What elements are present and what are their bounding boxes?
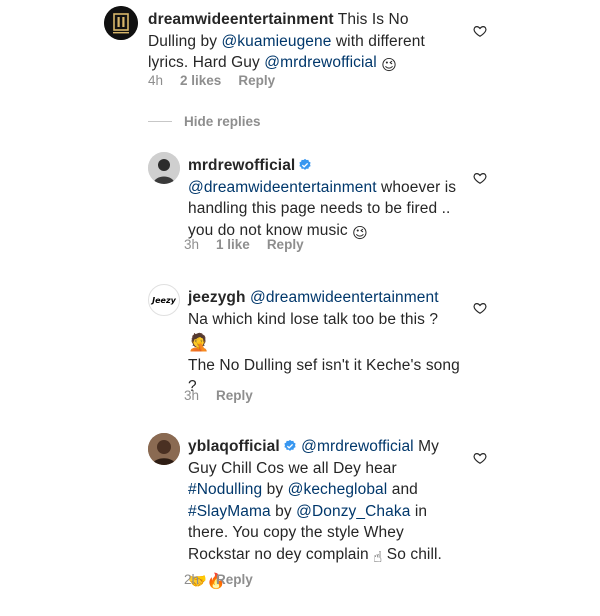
username[interactable]: yblaqofficial (188, 438, 280, 455)
mention-link[interactable]: @Donzy_Chaka (296, 503, 410, 520)
timestamp[interactable]: 3h (184, 237, 199, 252)
comment-text: by (270, 502, 297, 520)
avatar[interactable]: Jeezy (148, 284, 180, 316)
comment-text: by (262, 481, 288, 498)
dreamwide-logo-icon (104, 6, 138, 40)
reply-button[interactable]: Reply (216, 572, 253, 587)
likes-count[interactable]: 1 like (216, 237, 250, 252)
reply-button[interactable]: Reply (267, 237, 304, 252)
mention-link[interactable]: @kuamieugene (221, 33, 331, 50)
verified-badge-icon (299, 158, 311, 170)
comment-text: and (387, 481, 418, 498)
likes-count[interactable]: 2 likes (180, 73, 221, 88)
mention-link[interactable]: @dreamwideentertainment (250, 289, 439, 306)
avatar[interactable] (148, 152, 180, 184)
username[interactable]: jeezygh (188, 289, 246, 306)
pointing-up-emoji-icon: ☝ (373, 547, 383, 566)
timestamp[interactable]: 2h (184, 572, 199, 587)
profile-photo-icon (148, 152, 180, 184)
hashtag-link[interactable]: #Nodulling (188, 481, 262, 498)
heart-icon[interactable] (473, 24, 487, 38)
divider (148, 121, 172, 122)
avatar[interactable] (148, 433, 180, 465)
comment-text: So chill. (382, 545, 442, 563)
comment-text: Na which kind lose talk too be this ? (188, 310, 439, 328)
profile-photo-icon (148, 433, 180, 465)
timestamp[interactable]: 3h (184, 388, 199, 403)
hide-replies-label[interactable]: Hide replies (184, 114, 261, 129)
mention-link[interactable]: @dreamwideentertainment (188, 179, 377, 196)
mention-link[interactable]: @kecheglobal (288, 481, 388, 498)
facepalm-emoji-icon: 🤦 (188, 333, 210, 353)
timestamp[interactable]: 4h (148, 73, 163, 88)
hashtag-link[interactable]: #SlayMama (188, 503, 271, 520)
reply-button[interactable]: Reply (238, 73, 275, 88)
avatar[interactable] (104, 6, 138, 40)
mention-link[interactable]: @mrdrewofficial (264, 54, 377, 71)
heart-icon[interactable] (473, 171, 487, 185)
heart-icon[interactable] (473, 451, 487, 465)
username[interactable]: dreamwideentertainment (148, 11, 334, 28)
reply-button[interactable]: Reply (216, 388, 253, 403)
verified-badge-icon (284, 439, 296, 451)
hide-replies-toggle[interactable]: Hide replies (148, 114, 261, 129)
wink-emoji-icon: 😉 (381, 56, 397, 74)
heart-icon[interactable] (473, 301, 487, 315)
username[interactable]: mrdrewofficial (188, 157, 295, 174)
mention-link[interactable]: @mrdrewofficial (301, 438, 414, 455)
jeezy-logo-icon: Jeezy (152, 295, 176, 305)
wink-emoji-icon: 😉 (352, 223, 368, 242)
